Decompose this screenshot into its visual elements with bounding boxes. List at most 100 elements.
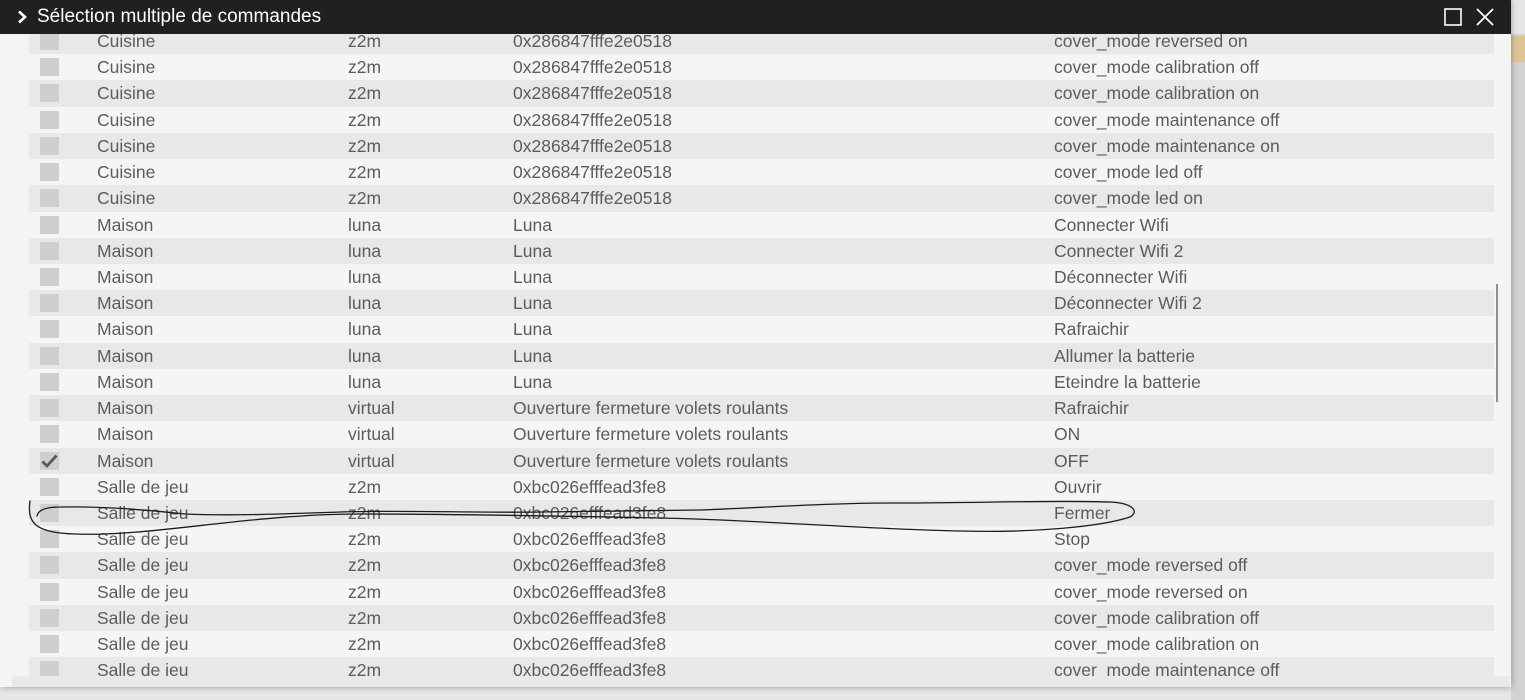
row-checkbox[interactable] [40,556,59,575]
type-cell: z2m [348,607,382,628]
table-row[interactable]: Maison luna Luna Connecter Wifi [29,211,1494,238]
row-checkbox[interactable] [40,608,59,627]
row-checkbox[interactable] [40,294,59,313]
command-cell: cover_mode reversed on [1054,34,1248,51]
row-checkbox[interactable] [40,635,59,654]
table-row[interactable]: Salle de jeu z2m 0xbc026efffead3fe8 cover_m… [29,657,1494,676]
table-row[interactable]: Maison luna Luna Connecter Wifi 2 [29,237,1494,264]
table-row[interactable]: Cuisine z2m 0x286847fffe2e0518 cover_mode c… [29,54,1494,81]
object-cell: Cuisine [97,188,156,209]
type-cell: luna [348,214,382,235]
object-cell: Cuisine [97,34,156,51]
table-row[interactable]: Salle de jeu z2m 0xbc026efffead3fe8 cover_m… [29,552,1494,579]
object-cell: Cuisine [97,135,156,156]
table-row[interactable]: Salle de jeu z2m 0xbc026efffead3fe8 Ouvrir [29,473,1494,500]
row-checkbox[interactable] [40,477,59,496]
row-checkbox[interactable] [40,241,59,260]
row-checkbox[interactable] [40,267,59,286]
row-checkbox[interactable] [40,346,59,365]
equipment-cell: 0x286847fffe2e0518 [513,57,672,78]
table-row[interactable]: Maison luna Luna Allumer la batterie [29,342,1494,369]
row-checkbox[interactable] [40,215,59,234]
table-row[interactable]: Cuisine z2m 0x286847fffe2e0518 cover_mode l… [29,185,1494,212]
equipment-cell: 0xbc026efffead3fe8 [513,634,667,655]
table-row[interactable]: Salle de jeu z2m 0xbc026efffead3fe8 Fermer [29,499,1494,527]
type-cell: luna [348,240,382,261]
row-checkbox[interactable] [40,163,59,182]
row-checkbox[interactable] [40,372,59,391]
object-cell: Cuisine [97,162,156,183]
row-checkbox[interactable] [40,136,59,155]
command-cell: Eteindre la batterie [1054,371,1201,392]
table-row[interactable]: Cuisine z2m 0x286847fffe2e0518 cover_mode c… [29,80,1494,107]
object-cell: Maison [97,450,154,471]
table-row[interactable]: Maison luna Luna Eteindre la batterie [29,368,1494,396]
object-cell: Maison [97,293,154,314]
table-row[interactable]: Salle de jeu z2m 0xbc026efffead3fe8 cover_m… [29,578,1494,605]
equipment-cell: 0xbc026efffead3fe8 [513,502,667,523]
row-checkbox-checked[interactable] [40,451,59,470]
table-row[interactable]: Salle de jeu z2m 0xbc026efffead3fe8 cover_m… [29,604,1494,632]
command-cell: cover_mode maintenance off [1054,109,1280,130]
object-cell: Salle de jeu [97,607,189,628]
object-cell: Salle de jeu [97,555,189,576]
row-checkbox[interactable] [40,530,59,549]
checkmark-icon [41,454,58,468]
type-cell: virtual [348,398,395,419]
object-cell: Salle de jeu [97,476,189,497]
chevron-right-icon[interactable] [15,10,29,24]
table-row[interactable]: Salle de jeu z2m 0xbc026efffead3fe8 Stop [29,526,1494,553]
table-row[interactable]: Maison virtual Ouverture fermeture volets … [29,421,1494,448]
table-row[interactable]: Cuisine z2m 0x286847fffe2e0518 cover_mode m… [29,132,1494,160]
table-row[interactable]: Salle de jeu z2m 0xbc026efffead3fe8 cover_m… [29,631,1494,658]
dialog-title: Sélection multiple de commandes [37,6,322,27]
row-checkbox[interactable] [40,582,59,601]
type-cell: luna [348,266,382,287]
command-cell: Rafraichir [1054,398,1129,419]
row-checkbox[interactable] [40,34,59,50]
equipment-cell: Luna [513,214,552,235]
table-row[interactable]: Maison virtual Ouverture fermeture volets … [29,395,1494,422]
row-checkbox[interactable] [40,661,59,676]
command-cell: Déconnecter Wifi 2 [1054,293,1202,314]
background-page-edge [1511,34,1525,700]
maximize-button[interactable] [1441,5,1465,29]
equipment-cell: 0xbc026efffead3fe8 [513,660,667,676]
equipment-cell: 0x286847fffe2e0518 [513,188,672,209]
object-cell: Maison [97,371,154,392]
type-cell: z2m [348,109,382,130]
close-icon [1476,8,1494,26]
type-cell: z2m [348,83,382,104]
equipment-cell: 0xbc026efffead3fe8 [513,581,667,602]
type-cell: z2m [348,162,382,183]
table-row[interactable]: Cuisine z2m 0x286847fffe2e0518 cover_mode l… [29,159,1494,186]
close-button[interactable] [1473,5,1497,29]
table-row[interactable]: Cuisine z2m 0x286847fffe2e0518 cover_mode m… [29,106,1494,133]
row-checkbox[interactable] [40,320,59,339]
row-checkbox[interactable] [40,399,59,418]
row-checkbox[interactable] [40,110,59,129]
scrollbar-thumb[interactable] [1496,284,1498,402]
table-row[interactable]: Cuisine z2m 0x286847fffe2e0518 cover_mode r… [29,34,1494,55]
object-cell: Maison [97,240,154,261]
table-row[interactable]: Maison virtual Ouverture fermeture volets … [29,447,1494,474]
equipment-cell: Ouverture fermeture volets roulants [513,450,789,471]
dialog-titlebar[interactable]: Sélection multiple de commandes [0,0,1511,34]
type-cell: z2m [348,634,382,655]
command-list-panel[interactable]: Cuisine z2m 0x286847fffe2e0518 cover_mode r… [12,34,1510,676]
table-row[interactable]: Maison luna Luna Déconnecter Wifi 2 [29,290,1494,317]
type-cell: z2m [348,529,382,550]
object-cell: Cuisine [97,83,156,104]
table-row[interactable]: Maison luna Luna Déconnecter Wifi [29,263,1494,291]
table-row[interactable]: Maison luna Luna Rafraichir [29,316,1494,343]
equipment-cell: Luna [513,345,552,366]
row-checkbox[interactable] [40,84,59,103]
row-checkbox[interactable] [40,189,59,208]
row-checkbox[interactable] [40,425,59,444]
row-checkbox[interactable] [40,503,59,522]
object-cell: Maison [97,266,154,287]
equipment-cell: 0x286847fffe2e0518 [513,162,672,183]
multi-command-dialog: Sélection multiple de commandes Cuisine z… [0,0,1511,687]
row-checkbox[interactable] [40,58,59,77]
object-cell: Maison [97,424,154,445]
